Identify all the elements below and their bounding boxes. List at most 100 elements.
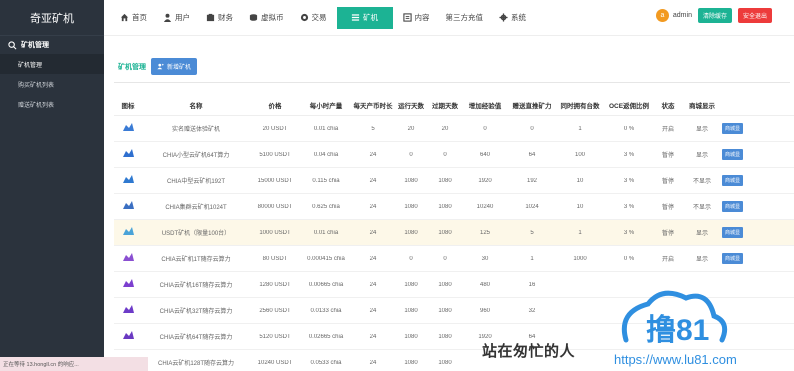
shop-display-button[interactable]: 商城显 [722,227,744,238]
cell-name: CHIA云矿机32T随存云算力 [159,309,233,315]
sidebar-item-gifted-miners[interactable]: 赠送矿机列表 [0,94,104,114]
top-navigation: 首页 用户 财务 虚拟币 交易 矿机 内容 第三方充值 系统 a admin 清… [104,0,794,36]
cell-run-days: 1080 [404,281,418,288]
col-max-owned: 同时拥有台数 [560,102,600,110]
cell-max-owned: 1 [578,229,582,236]
cell-run-days: 1080 [404,203,418,210]
cell-actions: 商城显 [722,201,752,212]
cell-oce-ratio: 3 % [623,151,635,158]
cell-icon [114,123,142,134]
nav-finance[interactable]: 财务 [200,7,239,29]
cell-name: CHIA云矿机1T随存云算力 [161,257,231,263]
sidebar-item-miner-manage[interactable]: 矿机管理 [0,54,104,74]
table-row[interactable]: CHIA中型云矿机192T 15000 USDT 0.115 chia 24 1080 1… [114,168,794,194]
cell-hourly-output: 0.000415 chia [307,255,345,262]
cell-expire-days: 1080 [438,203,452,210]
nav-system[interactable]: 系统 [493,7,532,29]
table-row[interactable]: CHIA小型云矿机64T算力 5100 USDT 0.04 chia 24 0 0 640 6… [114,142,794,168]
sidebar-item-label: 购买矿机列表 [18,82,55,89]
cell-expire-days: 1080 [438,333,452,340]
cell-experience: 640 [479,151,490,158]
nav-user[interactable]: 用户 [157,7,196,29]
col-oce-ratio: OCE返佣比例 [608,102,650,110]
sidebar-item-label: 赠送矿机列表 [18,102,55,109]
browser-status-bar: 正在等待 13.hongll.cn 的响应... [0,357,148,371]
cell-name: USDT矿机（限量100台） [161,231,231,237]
cell-expire-days: 1080 [438,281,452,288]
cell-price: 80000 USDT [257,203,293,210]
nav-label: 虚拟币 [261,13,284,22]
col-gift-power: 赠送直推矿力 [512,102,552,110]
cell-status: 暂停 [661,153,674,159]
toolbar: 矿机管理 新增矿机 [118,58,198,75]
cell-shop-display: 显示 [695,231,708,237]
page-title: 矿机管理 [118,63,146,71]
user-area: a admin 清除缓存 安全退出 [655,8,772,23]
cell-run-days: 1080 [404,307,418,314]
username[interactable]: admin [673,12,692,19]
col-name: 名称 [189,102,203,110]
cell-shop-display: 显示 [695,127,708,133]
nav-label: 财务 [218,13,233,22]
cell-hourly-output: 0.01 chia [313,125,339,132]
logout-button[interactable]: 安全退出 [737,8,772,23]
shop-display-button[interactable]: 商城显 [722,253,744,264]
nav-third-party-recharge[interactable]: 第三方充值 [440,7,490,29]
cell-status: 暂停 [661,179,674,185]
table-header: 图标 名称 价格 每小时产量 每天产币时长 运行天数 过期天数 增加经验值 赠送… [114,94,794,116]
nav-content[interactable]: 内容 [397,7,436,29]
cell-experience: 10240 [476,203,494,210]
sidebar-section-miner[interactable]: 矿机管理 [0,36,104,54]
search-icon [8,40,17,49]
cell-icon [114,331,142,342]
shop-display-button[interactable]: 商城显 [722,175,744,186]
table-row[interactable]: CHIA云矿机1T随存云算力 80 USDT 0.000415 chia 24 0 0 30… [114,246,794,272]
add-miner-button[interactable]: 新增矿机 [151,58,198,75]
cell-experience: 1920 [478,333,492,340]
col-price: 价格 [268,102,282,110]
cell-experience: 960 [479,307,490,314]
table-row[interactable]: 实名赠送体验矿机 20 USDT 0.01 chia 5 20 20 0 0 1 0 % 开启 显示 商… [114,116,794,142]
cell-price: 80 USDT [262,255,288,262]
cell-expire-days: 1080 [438,229,452,236]
avatar[interactable]: a [655,9,669,22]
cell-name: CHIA云矿机16T随存云算力 [159,283,233,289]
col-hourly-output: 每小时产量 [309,102,343,110]
cell-run-days: 20 [407,125,415,132]
table-row[interactable]: USDT矿机（限量100台） 1000 USDT 0.01 chia 24 1080 10… [114,220,794,246]
shop-display-button[interactable]: 商城显 [722,149,744,160]
cell-hourly-output: 0.00665 chia [308,281,344,288]
cell-experience: 0 [483,125,487,132]
cell-run-days: 1080 [404,229,418,236]
cell-expire-days: 1080 [438,177,452,184]
nav-home[interactable]: 首页 [114,7,153,29]
shop-display-button[interactable]: 商城显 [722,201,744,212]
cell-actions: 商城显 [722,149,752,160]
nav-miner[interactable]: 矿机 [336,6,393,29]
nav-coin[interactable]: 虚拟币 [243,7,290,29]
watermark-url: https://www.lu81.com [614,352,737,367]
cell-status: 暂停 [661,205,674,211]
table-row[interactable]: CHIA集群云矿机1024T 80000 USDT 0.625 chia 24 1080… [114,194,794,220]
cell-hourly-output: 0.0533 chia [310,359,342,366]
cell-oce-ratio: 0 % [623,255,635,262]
cell-experience: 480 [479,281,490,288]
gear-icon [499,13,508,22]
cell-name: CHIA云矿机64T随存云算力 [159,335,233,341]
nav-trade[interactable]: 交易 [294,7,333,29]
cell-hourly-output: 0.04 chia [313,151,339,158]
cell-run-days: 1080 [404,177,418,184]
clear-cache-button[interactable]: 清除缓存 [697,8,732,23]
cell-daily-duration: 24 [369,177,377,184]
cell-actions: 商城显 [722,253,752,264]
cell-icon [114,253,142,264]
cell-name: CHIA集群云矿机1024T [165,205,227,211]
cell-price: 15000 USDT [257,177,293,184]
shop-display-button[interactable]: 商城显 [722,123,744,134]
miner-icon [122,123,134,131]
cell-oce-ratio: 3 % [623,177,635,184]
sidebar-item-purchased-miners[interactable]: 购买矿机列表 [0,74,104,94]
col-experience: 增加经验值 [468,102,502,110]
home-icon [120,13,129,22]
cell-name: CHIA中型云矿机192T [166,179,225,185]
